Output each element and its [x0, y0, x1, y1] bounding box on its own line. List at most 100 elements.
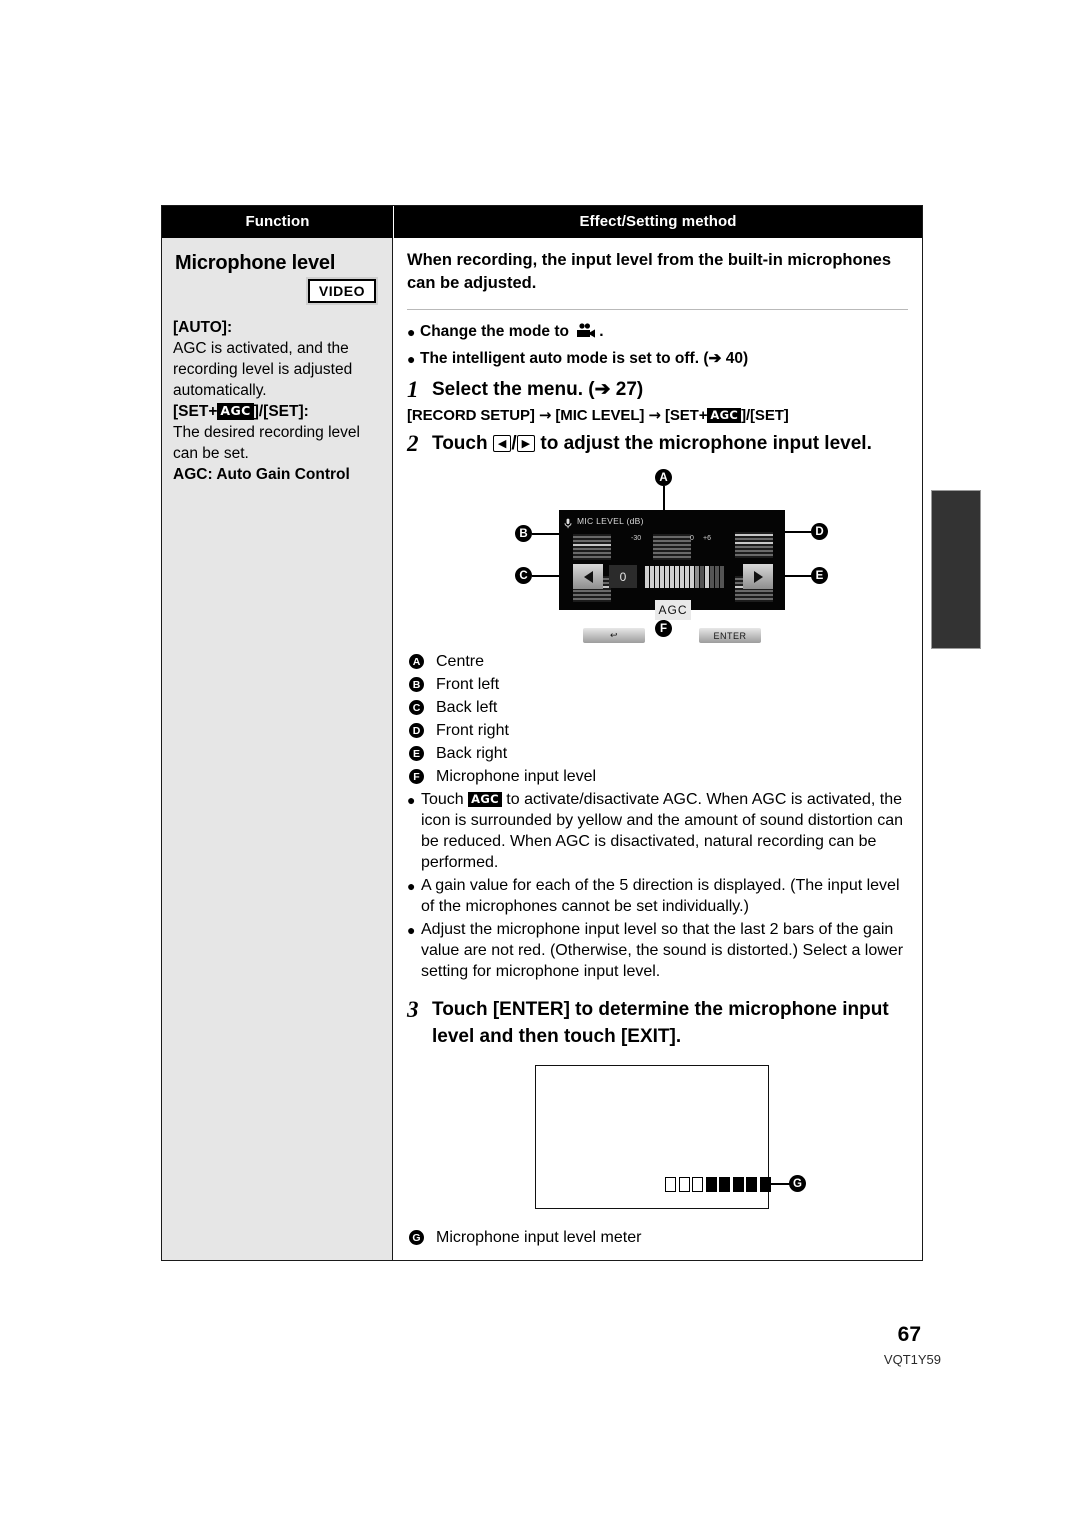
note-agc-pre: Touch — [421, 791, 464, 808]
meter-block-empty — [665, 1177, 676, 1192]
microphone-input-level-meter — [665, 1177, 771, 1192]
meter-block-empty — [678, 1177, 690, 1192]
bullet-change-mode-text: Change the mode to . — [420, 321, 604, 346]
auto-description: AGC is activated, and the recording leve… — [173, 340, 353, 399]
level-meter-figure: G — [407, 1060, 908, 1225]
legend-item-a: A Centre — [407, 651, 908, 672]
function-cell: Microphone level VIDEO [AUTO]: AGC is ac… — [162, 238, 393, 1260]
legend-item-b: B Front left — [407, 674, 908, 695]
scale-min: -30 — [631, 535, 642, 542]
lcd-figure: A B C D E F MIC LEVEL (dB) 0 -30 0 +6 AG… — [407, 469, 908, 647]
effect-cell: When recording, the input level from the… — [393, 238, 922, 1260]
note-agc-text: Touch AGC to activate/disactivate AGC. W… — [421, 789, 908, 873]
callout-line-g — [762, 1183, 790, 1185]
step-1: 1 Select the menu. (➔ 27) — [407, 376, 908, 403]
scale-mid: 0 — [690, 535, 694, 542]
meter-block-filled — [746, 1177, 757, 1192]
legend-bullet-c: C — [409, 700, 424, 715]
step-2-rest: to adjust the microphone input level. — [540, 433, 872, 454]
legend-label-a: Centre — [436, 653, 485, 670]
right-arrow-icon — [753, 570, 763, 583]
lcd-agc-button[interactable]: AGC — [655, 600, 691, 620]
step-2-number: 2 — [407, 431, 419, 456]
step-2-text: Touch ◀ / ▶ to adjust the microphone input… — [432, 430, 872, 457]
note-adjust-level: ● Adjust the microphone input level so t… — [407, 919, 908, 982]
manual-page: Function Effect/Setting method Microphon… — [0, 0, 1080, 1526]
callout-a: A — [655, 469, 672, 486]
lcd-back-button[interactable]: ↩ — [583, 628, 645, 643]
lcd-level-meter — [645, 566, 737, 588]
video-badge-row: VIDEO — [173, 279, 376, 303]
legend-item-d: D Front right — [407, 720, 908, 741]
meter-block-filled — [732, 1177, 744, 1192]
agc-badge-icon: AGC — [707, 408, 742, 423]
legend-item-c: C Back left — [407, 697, 908, 718]
step-1-text: Select the menu. (➔ 27) — [432, 379, 644, 400]
lcd-right-arrow-button[interactable] — [743, 564, 773, 589]
legend-item-f: F Microphone input level — [407, 766, 908, 787]
step-1-number: 1 — [407, 377, 419, 402]
change-mode-label: Change the mode to — [420, 323, 569, 340]
gain-bar-front-right — [735, 532, 773, 558]
bullet-intelligent-auto: ● The intelligent auto mode is set to of… — [407, 348, 908, 370]
gain-bar-front-left — [573, 534, 611, 560]
table-header-row: Function Effect/Setting method — [162, 206, 922, 238]
menu-path-part-1: [RECORD SETUP] — [407, 407, 535, 424]
lcd-enter-button[interactable]: ENTER — [699, 628, 761, 643]
callout-b: B — [515, 525, 532, 542]
note-gain-value: ● A gain value for each of the 5 directi… — [407, 875, 908, 917]
set-label: [SET+ AGC]/[SET]: — [173, 401, 382, 422]
legend-item-e: E Back right — [407, 743, 908, 764]
lcd-title: MIC LEVEL (dB) — [577, 516, 644, 526]
menu-path-arrow-2: → — [648, 406, 661, 424]
meter-block-filled — [719, 1177, 730, 1192]
column-header-function: Function — [162, 206, 394, 238]
step-2-verb: Touch — [432, 433, 488, 454]
lcd-level-value: 0 — [609, 565, 637, 588]
change-mode-period: . — [599, 323, 604, 340]
legend-label-f: Microphone input level — [436, 768, 597, 785]
legend-bullet-e: E — [409, 746, 424, 761]
menu-path-part-3-post: ]/[SET] — [741, 407, 789, 424]
bullet-dot-icon: ● — [407, 922, 416, 938]
document-code: VQT1Y59 — [883, 1352, 941, 1367]
note-gain-value-text: A gain value for each of the 5 direction… — [421, 877, 900, 915]
lcd-left-arrow-button[interactable] — [573, 564, 603, 589]
bullet-dot-icon: ● — [407, 792, 416, 808]
function-table: Function Effect/Setting method Microphon… — [161, 205, 923, 1261]
step-2-separator: / — [511, 433, 517, 454]
menu-path-part-3-pre: [SET — [664, 407, 699, 424]
intro-text: When recording, the input level from the… — [407, 251, 892, 292]
bullet-intelligent-auto-text: The intelligent auto mode is set to off.… — [420, 350, 749, 367]
right-arrow-key-icon: ▶ — [516, 435, 536, 452]
function-title: Microphone level — [175, 252, 336, 274]
callout-legend-list: A Centre B Front left C Back left D Fron… — [407, 651, 908, 787]
callout-g: G — [789, 1175, 806, 1192]
legend-item-g: G Microphone input level meter — [407, 1227, 908, 1248]
set-label-plus: + — [208, 403, 218, 420]
set-description: The desired recording level can be set. — [173, 424, 360, 462]
left-arrow-key-icon: ◀ — [492, 435, 512, 452]
menu-path: [RECORD SETUP] → [MIC LEVEL] → [SET+ AGC]… — [407, 406, 908, 424]
legend-label-d: Front right — [436, 722, 509, 739]
legend-label-c: Back left — [436, 699, 498, 716]
bullet-dot-icon: ● — [407, 878, 416, 894]
meter-block-empty — [692, 1177, 703, 1192]
agc-badge-icon: AGC — [217, 403, 254, 420]
note-agc: ● Touch AGC to activate/disactivate AGC.… — [407, 789, 908, 873]
microphone-icon — [564, 516, 572, 534]
set-label-pre: [SET — [173, 403, 209, 420]
callout-c: C — [515, 567, 532, 584]
set-label-post: ]/[SET]: — [253, 403, 309, 420]
lcd-control-row: 0 — [573, 564, 773, 590]
legend-bullet-a: A — [409, 654, 424, 669]
bullet-change-mode: ● Change the mode to . — [407, 321, 908, 346]
agc-expansion: AGC: Auto Gain Control — [173, 466, 350, 483]
bullet-dot-icon: ● — [407, 324, 416, 340]
step-2: 2 Touch ◀ / ▶ to adjust the microphone inp… — [407, 430, 908, 457]
page-number: 67 — [897, 1323, 921, 1346]
divider — [407, 309, 908, 310]
column-header-effect: Effect/Setting method — [579, 213, 737, 230]
left-arrow-icon — [583, 570, 593, 583]
legend-bullet-b: B — [409, 677, 424, 692]
